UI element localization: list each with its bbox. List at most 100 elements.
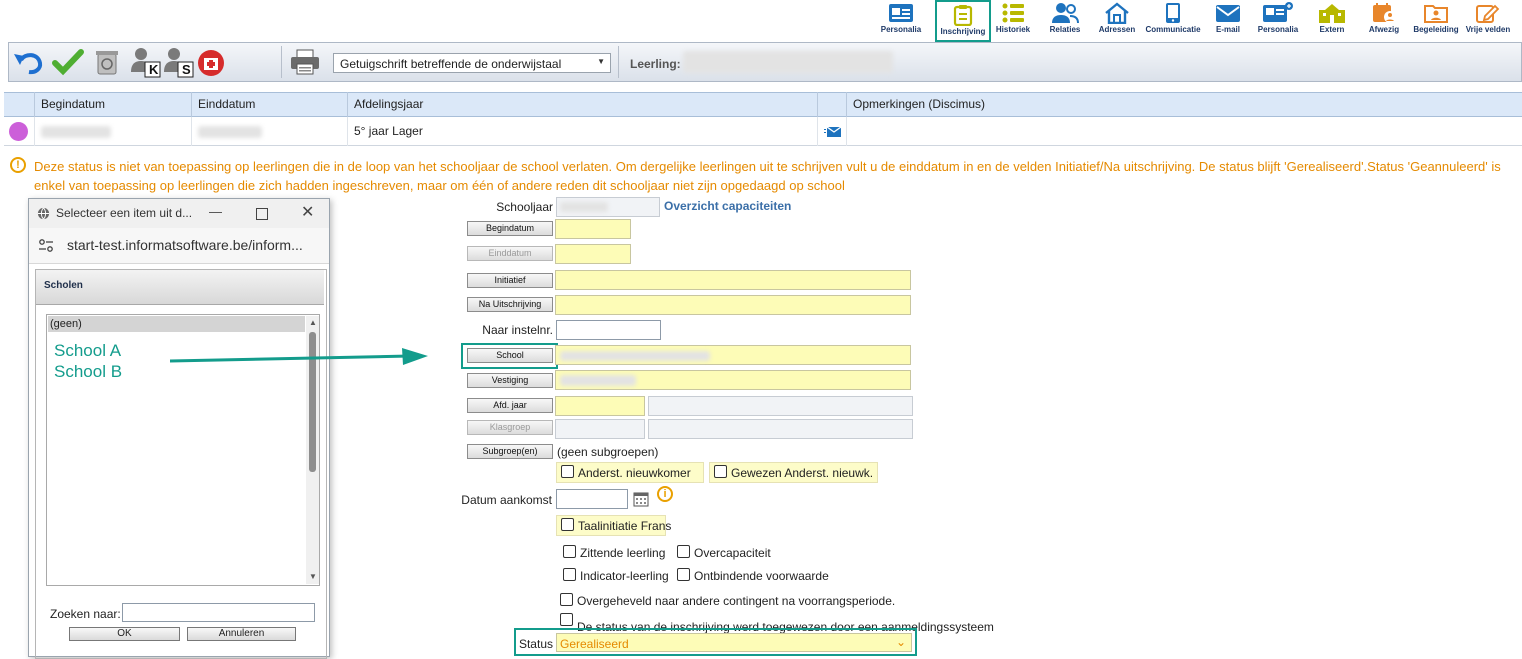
indicator-leerling-label: Indicator-leerling bbox=[580, 569, 669, 583]
anderst-nieuwkomer-checkbox[interactable]: Anderst. nieuwkomer bbox=[556, 462, 704, 483]
checkbox-box[interactable] bbox=[560, 593, 573, 606]
naar-instelnr-field[interactable] bbox=[556, 320, 661, 340]
nav-label: Adressen bbox=[1098, 25, 1136, 34]
maximize-icon[interactable] bbox=[256, 208, 268, 220]
close-icon[interactable]: ✕ bbox=[301, 202, 314, 222]
initiatief-field[interactable] bbox=[555, 270, 911, 290]
nav-extern[interactable]: Extern bbox=[1304, 0, 1360, 40]
vestiging-button[interactable]: Vestiging bbox=[467, 373, 553, 388]
checkbox-box[interactable] bbox=[677, 545, 690, 558]
list-item-school-b[interactable]: School B bbox=[54, 361, 122, 382]
zittende-leerling-label: Zittende leerling bbox=[580, 546, 666, 560]
status-select[interactable]: Gerealiseerd ⌄ bbox=[556, 633, 912, 652]
begindatum-field[interactable] bbox=[555, 219, 631, 239]
checkbox-box[interactable] bbox=[677, 568, 690, 581]
subgroepen-button[interactable]: Subgroep(en) bbox=[467, 444, 553, 459]
capacity-link[interactable]: Overzicht capaciteiten bbox=[664, 199, 791, 213]
column-header-opmerkingen[interactable]: Opmerkingen (Discimus) bbox=[846, 92, 1522, 117]
hospital-icon[interactable] bbox=[197, 49, 225, 80]
taalinitiatie-checkbox[interactable]: Taalinitiatie Frans bbox=[556, 515, 671, 536]
nav-label: Inschrijving bbox=[940, 27, 986, 36]
einddatum-field[interactable] bbox=[555, 244, 631, 264]
nav-label: Personalia bbox=[880, 25, 922, 34]
nav-afwezig[interactable]: Afwezig bbox=[1356, 0, 1412, 40]
vestiging-field[interactable] bbox=[555, 370, 911, 390]
checkbox-box[interactable] bbox=[714, 465, 727, 478]
school-button[interactable]: School bbox=[467, 348, 553, 363]
ok-button[interactable]: OK bbox=[69, 627, 180, 641]
nav-label: Vrije velden bbox=[1465, 25, 1511, 34]
nav-email[interactable]: E-mail bbox=[1200, 0, 1256, 40]
list-item-school-a[interactable]: School A bbox=[54, 340, 122, 361]
checkbox-box[interactable] bbox=[563, 568, 576, 581]
nav-communicatie[interactable]: Communicatie bbox=[1145, 0, 1201, 40]
trash-icon[interactable] bbox=[93, 48, 121, 79]
id-card-plus-icon bbox=[1263, 2, 1293, 22]
printer-icon[interactable] bbox=[289, 48, 321, 79]
na-uitschrijving-field[interactable] bbox=[555, 295, 911, 315]
scroll-up-icon[interactable]: ▲ bbox=[309, 318, 317, 327]
scholen-header: Scholen bbox=[36, 270, 324, 305]
column-header-einddatum[interactable]: Einddatum bbox=[191, 92, 348, 117]
nav-adressen[interactable]: Adressen bbox=[1089, 0, 1145, 40]
initiatief-button[interactable]: Initiatief bbox=[467, 273, 553, 288]
overcapaciteit-checkbox[interactable]: Overcapaciteit bbox=[677, 545, 771, 560]
toolbar-separator bbox=[281, 46, 282, 78]
nav-personalia-plus[interactable]: Personalia bbox=[1250, 0, 1306, 40]
warning-line-2: enkel van toepassing op leerlingen die z… bbox=[34, 178, 845, 193]
column-header-afdelingsjaar[interactable]: Afdelingsjaar bbox=[347, 92, 817, 117]
zittende-leerling-checkbox[interactable]: Zittende leerling bbox=[563, 545, 665, 560]
info-icon[interactable]: i bbox=[657, 486, 673, 502]
calendar-icon[interactable] bbox=[633, 491, 649, 510]
school-building-icon bbox=[1319, 4, 1345, 23]
cancel-button[interactable]: Annuleren bbox=[187, 627, 296, 641]
status-value: Gerealiseerd bbox=[560, 637, 629, 651]
list-item-geen[interactable]: (geen) bbox=[48, 316, 305, 332]
na-uitschrijving-button[interactable]: Na Uitschrijving bbox=[467, 297, 553, 312]
minimize-icon[interactable]: — bbox=[209, 204, 222, 219]
checkbox-box[interactable] bbox=[563, 545, 576, 558]
gewezen-anderst-label: Gewezen Anderst. nieuwk. bbox=[731, 466, 874, 480]
nav-label: Begeleiding bbox=[1413, 25, 1459, 34]
gewezen-anderst-checkbox[interactable]: Gewezen Anderst. nieuwk. bbox=[709, 462, 878, 483]
undo-icon[interactable] bbox=[13, 48, 45, 79]
calendar-person-icon bbox=[1373, 3, 1396, 23]
list-icon bbox=[1002, 3, 1024, 23]
cell-begindatum bbox=[34, 117, 192, 146]
begindatum-button[interactable]: Begindatum bbox=[467, 221, 553, 236]
datum-aankomst-field[interactable] bbox=[556, 489, 628, 509]
report-select[interactable]: Getuigschrift betreffende de onderwijsta… bbox=[333, 53, 611, 73]
ontbindende-voorwaarde-checkbox[interactable]: Ontbindende voorwaarde bbox=[677, 568, 829, 583]
scroll-down-icon[interactable]: ▼ bbox=[309, 572, 317, 581]
search-input[interactable] bbox=[122, 603, 315, 622]
column-header-begindatum[interactable]: Begindatum bbox=[34, 92, 192, 117]
nav-vrije-velden[interactable]: Vrije velden bbox=[1460, 0, 1516, 40]
nav-inschrijving[interactable]: Inschrijving bbox=[935, 0, 991, 42]
cell-mail[interactable] bbox=[817, 117, 847, 146]
edit-icon bbox=[1476, 4, 1500, 23]
id-card-icon bbox=[889, 4, 913, 22]
nav-historiek[interactable]: Historiek bbox=[985, 0, 1041, 40]
chevron-down-icon: ⌄ bbox=[895, 635, 906, 649]
warning-text: Deze status is niet van toepassing op le… bbox=[34, 157, 1522, 195]
nav-relaties[interactable]: Relaties bbox=[1037, 0, 1093, 40]
nav-personalia[interactable]: Personalia bbox=[873, 0, 929, 40]
overgeheveld-checkbox[interactable]: Overgeheveld naar andere contingent na v… bbox=[560, 593, 895, 608]
indicator-leerling-checkbox[interactable]: Indicator-leerling bbox=[563, 568, 669, 583]
afd-jaar-description bbox=[648, 396, 913, 416]
chevron-down-icon: ▼ bbox=[597, 57, 605, 66]
afd-jaar-field[interactable] bbox=[555, 396, 645, 416]
checkbox-box[interactable] bbox=[560, 613, 573, 626]
overcapaciteit-label: Overcapaciteit bbox=[694, 546, 771, 560]
site-settings-icon[interactable] bbox=[38, 239, 54, 255]
checkbox-box[interactable] bbox=[561, 518, 574, 531]
school-list-annotation[interactable]: School A School B bbox=[54, 340, 122, 382]
person-k-icon[interactable]: K bbox=[130, 46, 162, 81]
nav-begeleiding[interactable]: Begeleiding bbox=[1408, 0, 1464, 40]
school-field[interactable] bbox=[555, 345, 911, 365]
afd-jaar-button[interactable]: Afd. jaar bbox=[467, 398, 553, 413]
checkmark-icon[interactable] bbox=[52, 48, 84, 79]
person-s-icon[interactable]: S bbox=[163, 46, 195, 81]
klasgroep-field bbox=[555, 419, 645, 439]
checkbox-box[interactable] bbox=[561, 465, 574, 478]
